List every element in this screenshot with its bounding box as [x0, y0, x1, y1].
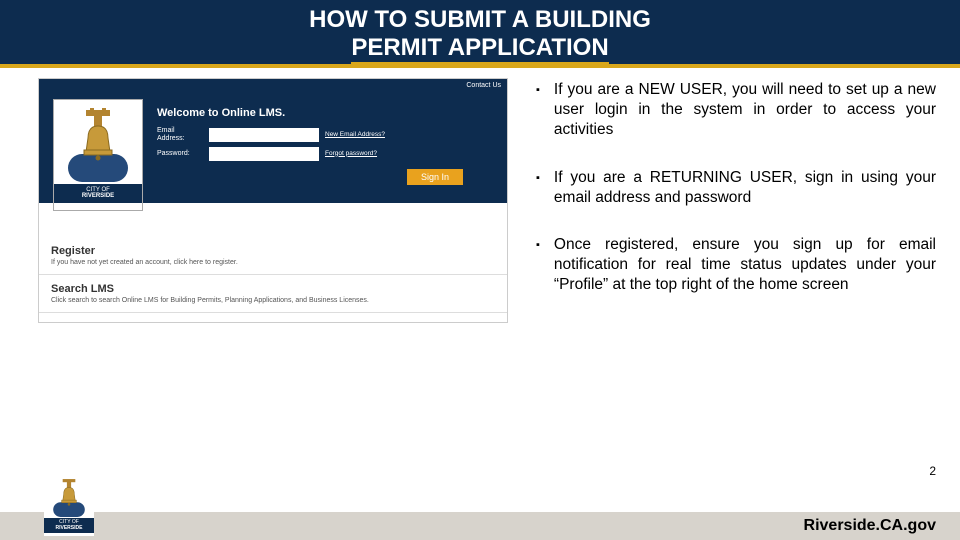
footer-logo: CITY OF RIVERSIDE [44, 478, 94, 536]
bell-logo-icon [66, 108, 130, 184]
contact-link[interactable]: Contact Us [466, 82, 501, 89]
city-name: RIVERSIDE [82, 193, 114, 199]
title-band: HOW TO SUBMIT A BUILDING PERMIT APPLICAT… [0, 0, 960, 68]
footer-city-label: CITY OF RIVERSIDE [44, 518, 94, 533]
city-name: RIVERSIDE [56, 525, 83, 531]
register-heading: Register [51, 245, 495, 257]
shot-hero: CITY OF RIVERSIDE Welcome to Online LMS.… [39, 91, 507, 203]
search-text: Click search to search Online LMS for Bu… [51, 297, 495, 304]
content-row: Contact Us CITY OF RIVERSIDE [0, 68, 960, 323]
city-label: CITY OF RIVERSIDE [54, 184, 142, 203]
welcome-heading: Welcome to Online LMS. [157, 107, 493, 119]
list-item: ▪ If you are a RETURNING USER, sign in u… [536, 168, 936, 208]
city-logo: CITY OF RIVERSIDE [53, 99, 143, 211]
email-label: Email Address: [157, 127, 203, 142]
signin-button[interactable]: Sign In [407, 169, 463, 185]
footer-url: Riverside.CA.gov [804, 517, 936, 535]
bullet-icon: ▪ [536, 168, 540, 208]
register-text: If you have not yet created an account, … [51, 259, 495, 266]
password-row: Password: Forgot password? [157, 147, 493, 161]
search-section: Search LMS Click search to search Online… [39, 275, 507, 313]
page-number: 2 [929, 464, 936, 478]
bullet-text: Once registered, ensure you sign up for … [554, 235, 936, 294]
login-area: Welcome to Online LMS. Email Address: Ne… [157, 99, 493, 184]
list-item: ▪ Once registered, ensure you sign up fo… [536, 235, 936, 294]
bullet-icon: ▪ [536, 80, 540, 139]
bullet-icon: ▪ [536, 235, 540, 294]
email-field[interactable] [209, 128, 319, 142]
title-line1: HOW TO SUBMIT A BUILDING [309, 6, 651, 33]
shot-body: Register If you have not yet created an … [39, 203, 507, 313]
lms-screenshot: Contact Us CITY OF RIVERSIDE [38, 78, 508, 323]
email-row: Email Address: New Email Address? [157, 127, 493, 142]
bell-logo-icon [49, 478, 89, 518]
bullet-text: If you are a NEW USER, you will need to … [554, 80, 936, 139]
footer: CITY OF RIVERSIDE Riverside.CA.gov [0, 488, 960, 540]
shot-topbar: Contact Us [39, 79, 507, 91]
search-heading: Search LMS [51, 283, 495, 295]
register-section: Register If you have not yet created an … [39, 237, 507, 275]
password-label: Password: [157, 150, 203, 158]
city-of: CITY OF [86, 187, 110, 193]
slide-title: HOW TO SUBMIT A BUILDING PERMIT APPLICAT… [0, 6, 960, 64]
forgot-password-link[interactable]: Forgot password? [325, 150, 377, 158]
bullet-list: ▪ If you are a NEW USER, you will need t… [536, 78, 936, 323]
list-item: ▪ If you are a NEW USER, you will need t… [536, 80, 936, 139]
new-email-link[interactable]: New Email Address? [325, 131, 385, 139]
title-line2: PERMIT APPLICATION [351, 34, 608, 65]
password-field[interactable] [209, 147, 319, 161]
bullet-text: If you are a RETURNING USER, sign in usi… [554, 168, 936, 208]
